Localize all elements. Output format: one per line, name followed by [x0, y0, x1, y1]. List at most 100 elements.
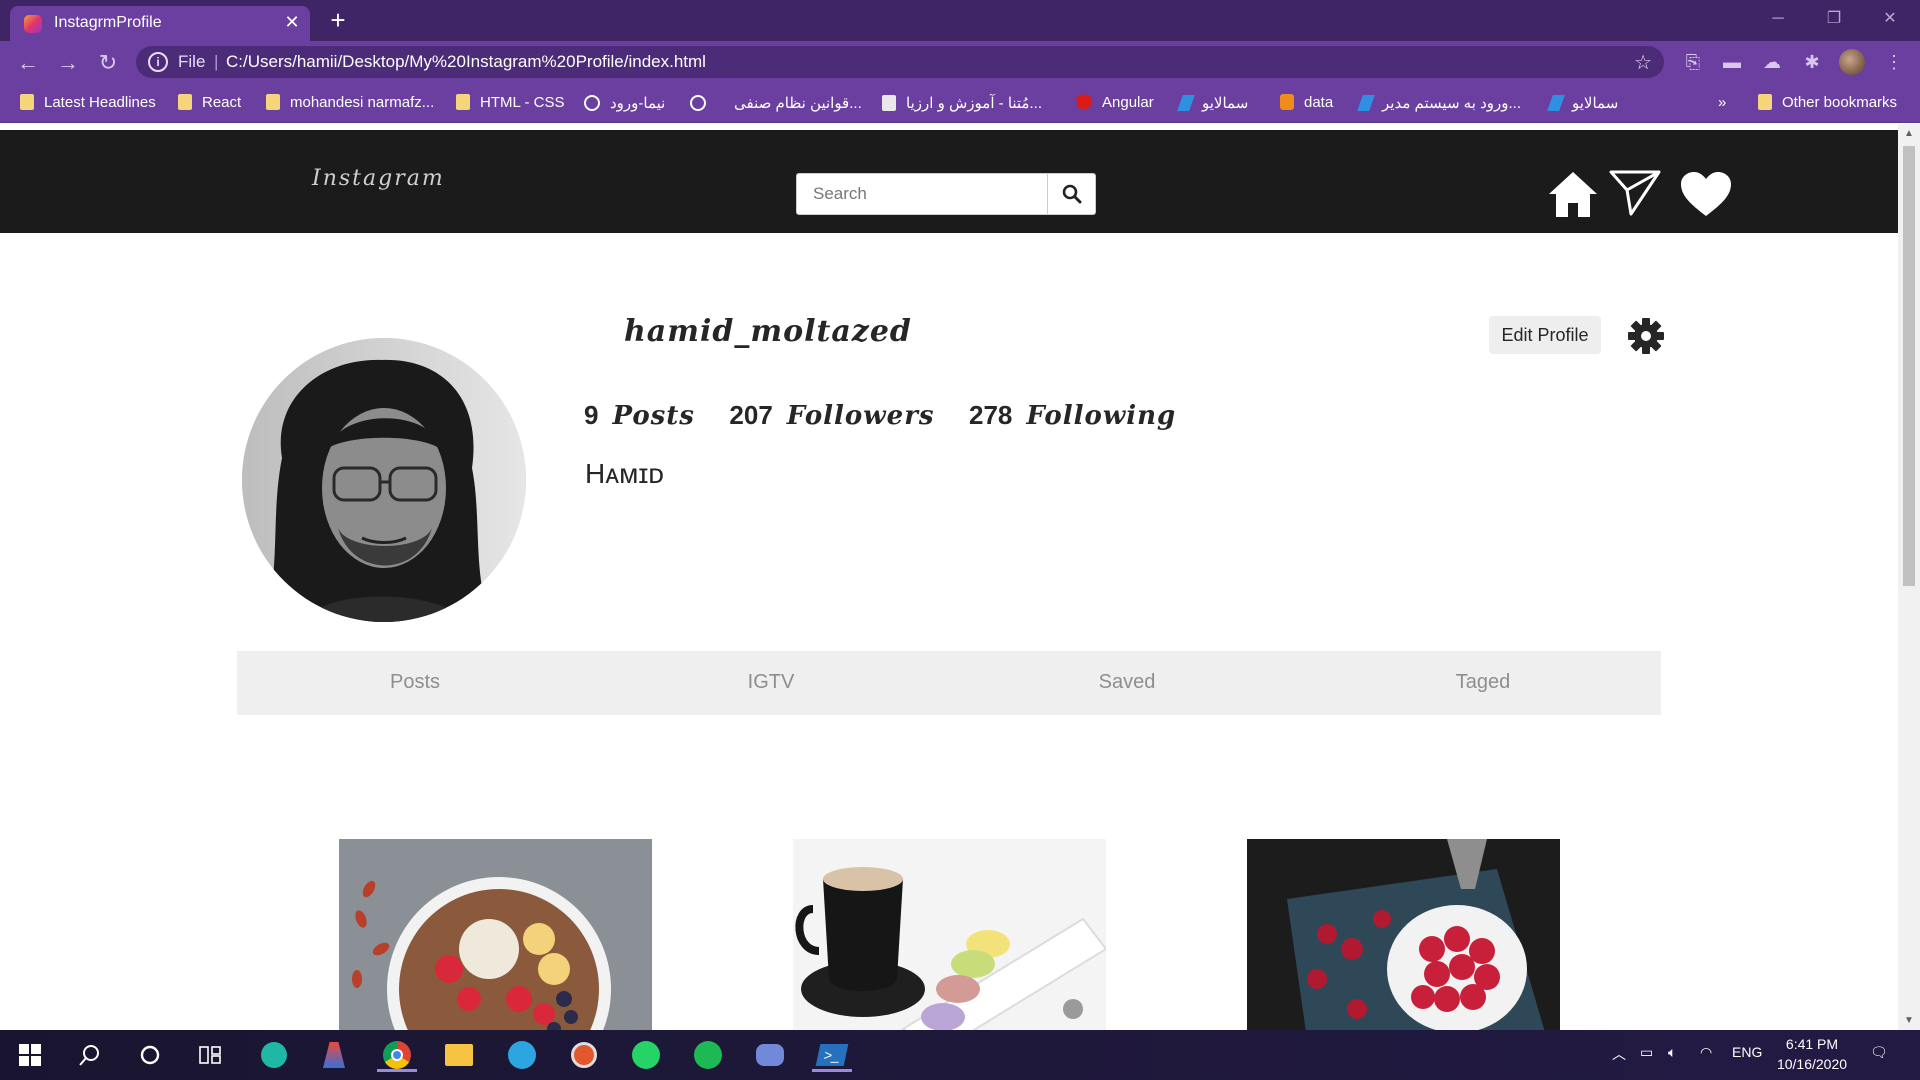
- browser-profile-avatar[interactable]: [1839, 49, 1865, 75]
- telegram-icon[interactable]: [502, 1038, 542, 1072]
- bookmark-samalive-2[interactable]: سمالایو: [1547, 94, 1618, 114]
- clock-date: 10/16/2020: [1776, 1056, 1848, 1072]
- bookmark-admin-login[interactable]: ورود به سیستم مدیر...: [1357, 94, 1521, 114]
- profile-tabs: Posts IGTV Saved Taged: [237, 651, 1661, 715]
- address-bar[interactable]: i File | C:/Users/hamii/Desktop/My%20Ins…: [136, 46, 1664, 78]
- forward-icon[interactable]: →: [54, 49, 82, 77]
- tray-chevron-icon[interactable]: ︿: [1612, 1044, 1626, 1064]
- url-scheme: File: [178, 52, 206, 71]
- reload-icon[interactable]: ↻: [94, 49, 122, 77]
- extension-icon[interactable]: ▬: [1720, 50, 1744, 74]
- windows-taskbar: >_ ︿ ▭ 🔈︎ ◠ ENG 6:41 PM 10/16/2020 🗨︎: [0, 1030, 1920, 1080]
- cortana-icon[interactable]: [130, 1038, 170, 1072]
- snipping-tool-icon[interactable]: [314, 1038, 354, 1072]
- bookmarks-overflow-button[interactable]: »: [1718, 94, 1726, 114]
- post-raspberries[interactable]: [1247, 839, 1560, 1030]
- profile-username: hamid_moltazed: [624, 314, 912, 349]
- folder-icon: [20, 94, 34, 110]
- stat-following[interactable]: 278 Following: [969, 400, 1176, 431]
- browser-titlebar: InstagrmProfile ✕ + ─ ❐ ✕: [0, 0, 1920, 41]
- home-icon[interactable]: [1545, 166, 1601, 222]
- back-icon[interactable]: ←: [14, 49, 42, 77]
- send-icon[interactable]: [1608, 166, 1662, 218]
- instagram-logo[interactable]: Instagram: [312, 166, 445, 191]
- bookmark-samalive[interactable]: سمالایو: [1177, 94, 1248, 114]
- volume-icon[interactable]: 🔈︎: [1668, 1044, 1676, 1061]
- language-indicator[interactable]: ENG: [1732, 1044, 1762, 1060]
- close-window-icon[interactable]: ✕: [1870, 6, 1910, 32]
- clock-time: 6:41 PM: [1785, 1036, 1839, 1052]
- other-bookmarks[interactable]: Other bookmarks: [1758, 94, 1897, 114]
- bookmark-motana[interactable]: مُتنا - آموزش و ارزیا...: [882, 94, 1042, 114]
- browser-toolbar: ← → ↻ i File | C:/Users/hamii/Desktop/My…: [0, 41, 1920, 83]
- spotify-icon[interactable]: [688, 1038, 728, 1072]
- page-scrollbar[interactable]: ▲ ▼: [1898, 124, 1920, 1030]
- bookmark-star-icon[interactable]: ☆: [1634, 50, 1652, 75]
- profile-avatar[interactable]: [242, 338, 526, 622]
- file-explorer-icon[interactable]: [439, 1038, 479, 1072]
- folder-icon: [266, 94, 280, 110]
- url-text[interactable]: C:/Users/hamii/Desktop/My%20Instagram%20…: [226, 52, 706, 72]
- tab-title: InstagrmProfile: [54, 14, 162, 31]
- instagram-favicon-icon: [24, 15, 42, 33]
- samalive-icon: [1547, 95, 1565, 111]
- stat-followers[interactable]: 207 Followers: [729, 400, 934, 431]
- new-tab-button[interactable]: +: [324, 6, 352, 34]
- web-page: Instagram Search hamid_moltazed Edit Pro…: [0, 124, 1898, 1030]
- tab-igtv[interactable]: IGTV: [671, 671, 871, 694]
- bookmark-mohandesi[interactable]: mohandesi narmafz...: [266, 94, 434, 114]
- stat-posts[interactable]: 9 Posts: [584, 400, 695, 431]
- scroll-thumb[interactable]: [1903, 146, 1915, 586]
- bookmark-angular[interactable]: Angular: [1076, 94, 1154, 114]
- scroll-up-icon[interactable]: ▲: [1904, 128, 1914, 139]
- browser-tab[interactable]: InstagrmProfile ✕: [10, 6, 310, 41]
- bookmark-react[interactable]: React: [178, 94, 241, 114]
- search-bar: [796, 173, 1096, 215]
- search-icon[interactable]: [70, 1038, 110, 1072]
- task-view-icon[interactable]: [190, 1038, 230, 1072]
- instagram-navbar: Instagram: [0, 130, 1898, 233]
- folder-icon: [456, 94, 470, 110]
- folder-icon: [178, 94, 192, 110]
- post-coffee-macarons[interactable]: [793, 839, 1106, 1030]
- profile-photo-illustration: [242, 338, 526, 622]
- chrome-icon[interactable]: [377, 1038, 417, 1072]
- cloud-extension-icon[interactable]: ☁: [1760, 50, 1784, 74]
- post-smoothie-bowl[interactable]: [339, 839, 652, 1030]
- battery-icon[interactable]: ▭: [1640, 1044, 1653, 1061]
- search-button[interactable]: [1047, 174, 1095, 214]
- heart-icon[interactable]: [1678, 168, 1734, 220]
- notifications-icon[interactable]: 🗨︎: [1870, 1044, 1888, 1061]
- pdf-extension-icon[interactable]: ⎘: [1681, 50, 1705, 74]
- site-icon: [882, 95, 896, 111]
- wifi-icon[interactable]: ◠: [1700, 1044, 1712, 1061]
- tab-posts[interactable]: Posts: [315, 671, 515, 694]
- bookmark-latest-headlines[interactable]: Latest Headlines: [20, 94, 156, 114]
- app-green-icon[interactable]: [254, 1038, 294, 1072]
- minimize-icon[interactable]: ─: [1758, 6, 1798, 32]
- taskbar-clock[interactable]: 6:41 PM 10/16/2020: [1772, 1034, 1852, 1074]
- bookmark-data[interactable]: data: [1280, 94, 1333, 114]
- close-tab-icon[interactable]: ✕: [280, 10, 304, 34]
- powershell-icon[interactable]: >_: [812, 1038, 852, 1072]
- media-player-icon[interactable]: [564, 1038, 604, 1072]
- folder-icon: [1758, 94, 1772, 110]
- windows-start-icon[interactable]: [10, 1038, 50, 1072]
- search-input[interactable]: [797, 174, 1047, 214]
- scroll-down-icon[interactable]: ▼: [1904, 1015, 1914, 1026]
- bookmark-html-css[interactable]: HTML - CSS: [456, 94, 564, 114]
- whatsapp-icon[interactable]: [626, 1038, 666, 1072]
- samalive-icon: [1357, 95, 1375, 111]
- gear-icon[interactable]: [1626, 316, 1666, 356]
- bookmark-nima[interactable]: نیما-ورود: [584, 94, 665, 114]
- profile-bio: Hᴀᴍɪᴅ: [585, 458, 664, 489]
- info-icon[interactable]: i: [148, 52, 168, 72]
- bookmark-ghavanin[interactable]: قوانین نظام صنفی...: [690, 94, 862, 114]
- puzzle-extensions-icon[interactable]: ✱: [1800, 50, 1824, 74]
- edit-profile-button[interactable]: Edit Profile: [1489, 316, 1601, 354]
- tab-taged[interactable]: Taged: [1383, 671, 1583, 694]
- restore-icon[interactable]: ❐: [1814, 6, 1854, 32]
- discord-icon[interactable]: [750, 1038, 790, 1072]
- menu-kebab-icon[interactable]: ⋮: [1882, 50, 1906, 74]
- tab-saved[interactable]: Saved: [1027, 671, 1227, 694]
